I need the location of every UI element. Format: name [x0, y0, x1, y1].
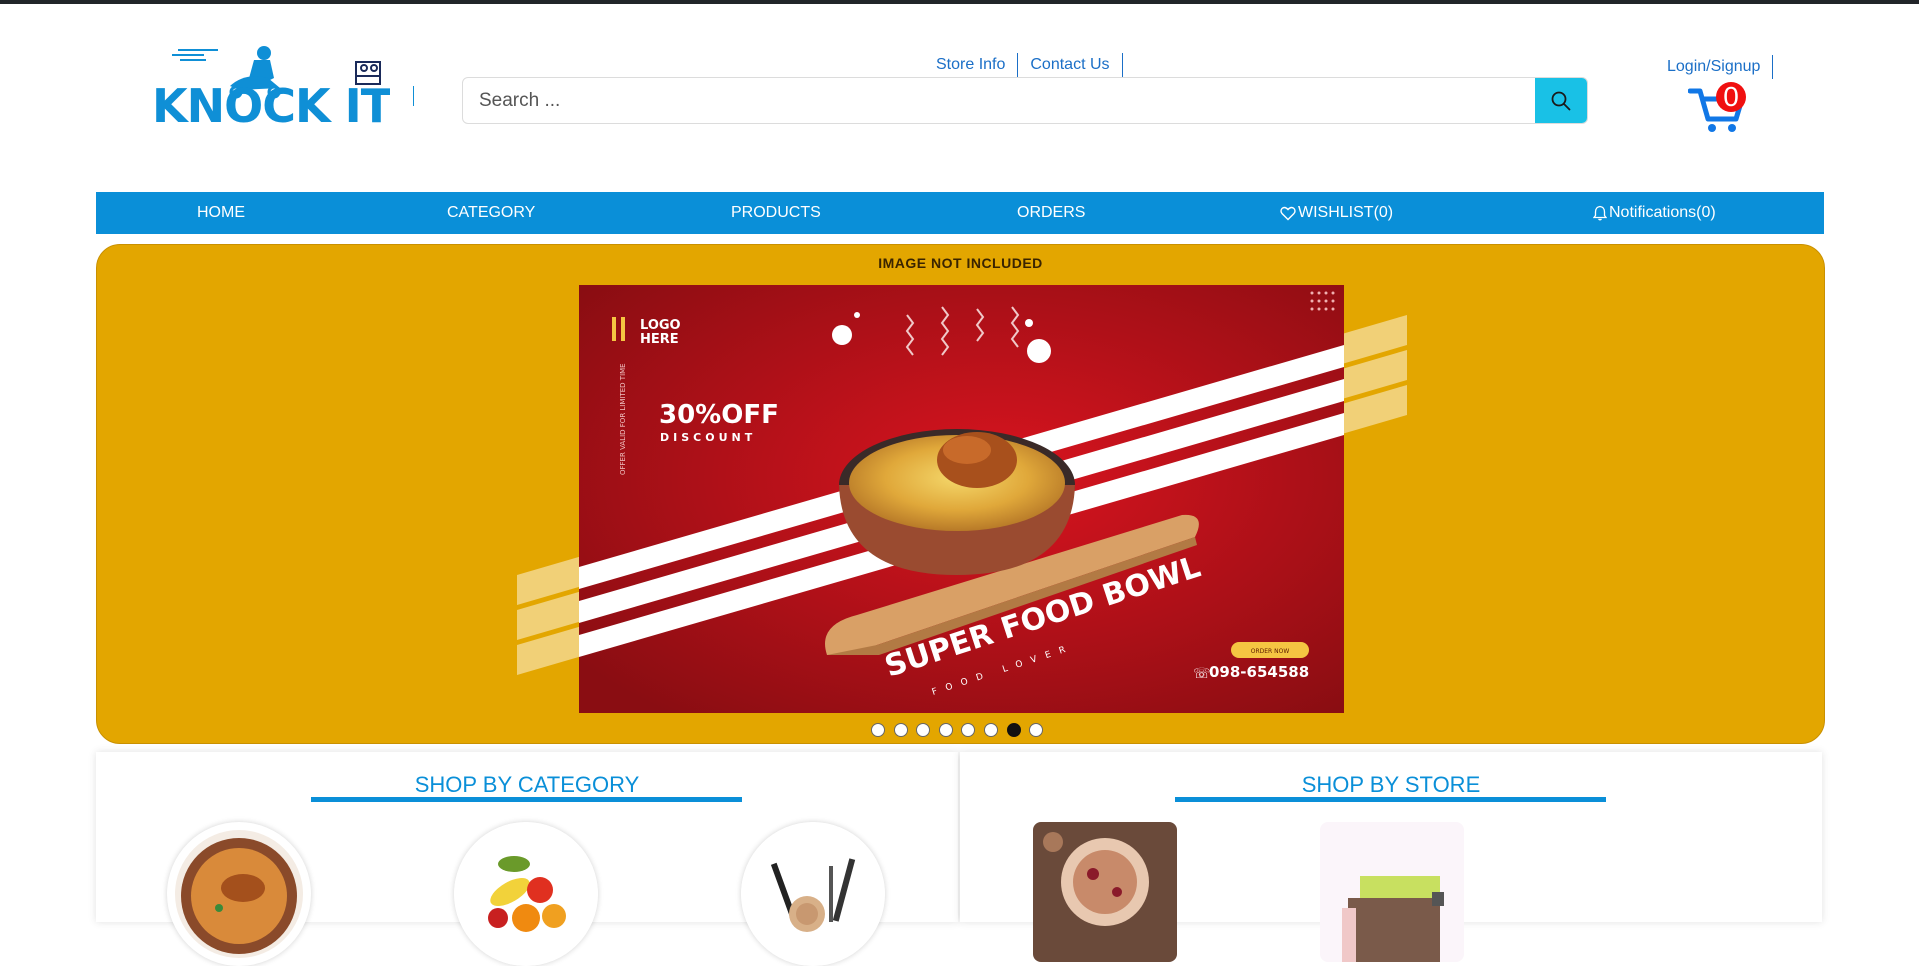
carousel-dot[interactable]: [1029, 723, 1044, 737]
store-item-1[interactable]: [1033, 822, 1177, 962]
carousel-dot[interactable]: [983, 723, 998, 737]
banner-phone: 098-654588: [1209, 663, 1309, 681]
carousel-dot[interactable]: [961, 723, 976, 737]
category-item-cosmetics[interactable]: [741, 822, 885, 966]
logo-divider: [413, 86, 414, 106]
category-item-fruits[interactable]: [454, 822, 598, 966]
nav-products[interactable]: PRODUCTS: [731, 192, 821, 234]
svg-text:KNOCK IT: KNOCK IT: [152, 79, 390, 128]
store-item-2[interactable]: [1320, 822, 1464, 962]
shop-by-category-section: SHOP BY CATEGORY: [96, 752, 958, 966]
nav-category[interactable]: CATEGORY: [447, 192, 535, 234]
nav-notifications[interactable]: Notifications(0): [1593, 192, 1716, 234]
category-title-underline: [311, 797, 742, 802]
main-nav: HOME CATEGORY PRODUCTS ORDERS WISHLIST(0…: [96, 192, 1824, 234]
shop-by-category-title: SHOP BY CATEGORY: [414, 772, 640, 797]
cosmetics-image: [741, 822, 885, 966]
nav-wishlist[interactable]: WISHLIST(0): [1280, 192, 1393, 234]
bell-icon: [1593, 205, 1607, 221]
site-logo[interactable]: KNOCK IT: [150, 44, 394, 133]
shop-by-store-section: SHOP BY STORE: [960, 752, 1822, 962]
store-2-image: [1320, 822, 1464, 962]
banner-discount: 30%OFF: [659, 400, 779, 430]
banner-discount-sub: DISCOUNT: [660, 431, 756, 444]
banner-logo-line2: HERE: [640, 332, 679, 347]
nav-home[interactable]: HOME: [197, 192, 245, 234]
svg-text:☏: ☏: [1193, 666, 1211, 682]
carousel-dot[interactable]: [871, 723, 885, 737]
nav-category-label: CATEGORY: [447, 204, 536, 221]
nav-orders[interactable]: ORDERS: [1017, 192, 1085, 234]
carousel-dot[interactable]: [916, 723, 931, 737]
nav-products-label: PRODUCTS: [731, 204, 821, 221]
banner-logo-line1: LOGO: [640, 318, 681, 333]
search-button[interactable]: [1535, 78, 1587, 123]
search-icon: [1551, 91, 1571, 110]
top-border: [0, 0, 1919, 4]
hero-carousel[interactable]: IMAGE NOT INCLUDED LOGO HERE OFFER VALID…: [96, 244, 1825, 744]
carousel-dot[interactable]: [893, 723, 908, 737]
cart-count-badge: 0: [1716, 82, 1746, 112]
store-info-link[interactable]: Store Info: [931, 52, 1019, 77]
category-item-food[interactable]: [167, 822, 311, 966]
top-links: Store Info Contact Us: [931, 52, 1123, 77]
search-input[interactable]: [463, 78, 1535, 123]
nav-notifications-label: Notifications(0): [1609, 204, 1716, 221]
shop-by-store-title: SHOP BY STORE: [1301, 772, 1481, 797]
heart-icon: [1280, 206, 1296, 220]
nav-wishlist-label: WISHLIST(0): [1298, 204, 1394, 221]
carousel-indicators: [871, 723, 1052, 737]
search-bar: [462, 77, 1588, 124]
carousel-dot[interactable]: [1006, 723, 1021, 737]
carousel-dot[interactable]: [938, 723, 953, 737]
nav-orders-label: ORDERS: [1017, 204, 1086, 221]
store-1-image: [1033, 822, 1177, 962]
biryani-image: [175, 830, 303, 958]
nav-home-label: HOME: [197, 204, 245, 221]
store-title-underline: [1175, 797, 1606, 802]
login-signup-link[interactable]: Login/Signup: [1667, 55, 1774, 79]
banner-side-text: OFFER VALID FOR LIMITED TIME: [619, 363, 627, 475]
contact-us-link[interactable]: Contact Us: [1018, 52, 1123, 77]
banner-order-label: ORDER NOW: [1251, 648, 1290, 655]
fruits-image: [454, 822, 598, 966]
banner-image: LOGO HERE OFFER VALID FOR LIMITED TIME 3…: [517, 285, 1407, 713]
